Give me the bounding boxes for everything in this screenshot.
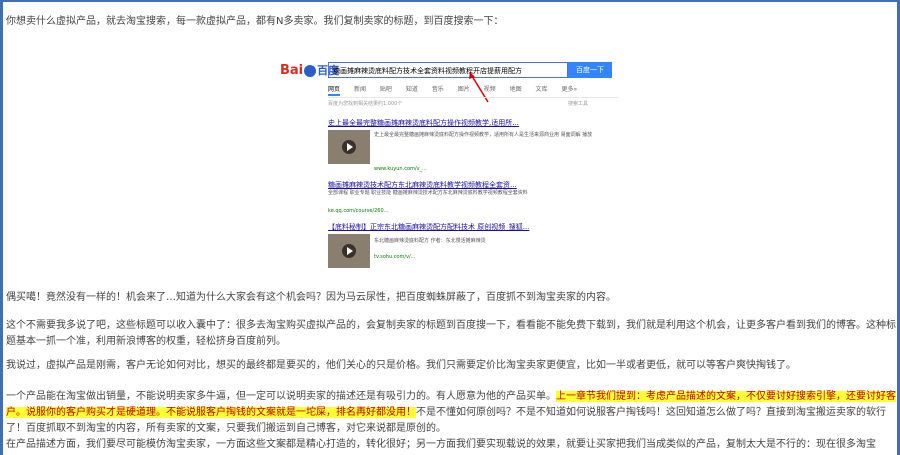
result-3-snippet: 东北糖画麻辣烫底料配方 作者：东北慢活摊麻辣烫 — [374, 238, 486, 244]
tab-map: 地图 — [509, 86, 522, 93]
paragraph-pricing: 我说过，虚拟产品是刚需，客户无论如何对比，想买的最终都是要买的，他们关心的只是价… — [6, 360, 796, 371]
tab-divider — [328, 97, 618, 98]
tab-web: 网页 — [328, 86, 341, 96]
result-2-title: 糖画摊麻辣烫技术配方东北麻辣烫底料教学视频教程全套资... — [328, 181, 517, 189]
result-count: 百度为您找到相关结果约1,000个 — [328, 101, 403, 107]
paragraph-titles: 这个不需要我多说了吧，这些标题可以收入囊中了：很多去淘宝购买虚拟产品的，会复制卖… — [6, 320, 896, 347]
paragraph-intro: 你想卖什么虚拟产品，就去淘宝搜索，每一款虚拟产品，都有N多卖家。我们复制卖家的标… — [6, 16, 504, 27]
frame-top-border — [0, 0, 900, 2]
search-tabs: 网页 新闻 贴吧 知道 音乐 图片 视频 地图 文库 更多» — [328, 84, 589, 96]
play-icon — [342, 244, 356, 258]
baidu-search-screenshot: Bai 百度 糖画摊麻辣烫底料配方技术全套资料视频教程开店提薪用配方 百度一下 网… — [276, 54, 624, 272]
result-2-url: ke.qq.com/course/260... — [328, 208, 389, 214]
result-3-thumbnail — [328, 234, 370, 268]
result-1-snippet: 史上最全最完整糖画摊麻辣烫底料配方操作视频教学，适用所有人是生活来源商业用 易面… — [374, 132, 593, 138]
tab-more: 更多» — [561, 86, 578, 93]
result-1-title: 史上最全最完整糖画摊麻辣烫底料配方操作视频教学,适用所... — [328, 119, 519, 127]
tab-tieba: 贴吧 — [379, 86, 392, 93]
tab-images: 图片 — [457, 86, 470, 93]
tab-wenku: 文库 — [535, 86, 548, 93]
result-1-url: www.kuyun.com/v_... — [374, 166, 427, 172]
tab-video: 视频 — [483, 86, 496, 93]
paragraph-description: 在产品描述方面，我们要尽可能模仿淘宝卖家，一方面这些文案都是精心打造的，转化很好… — [6, 439, 876, 450]
paragraph-opportunity: 偶买噶！竟然没有一样的！机会来了…知道为什么大家会有这个机会吗？因为马云尿性，把… — [6, 292, 616, 303]
tab-news: 新闻 — [353, 86, 366, 93]
result-3-title: 【底料秘制】正宗东北糖画麻辣烫配方配料技术 原创视频_搜狐... — [328, 223, 530, 231]
result-2-snippet: 全部课程 职业专题 职业技能 糖画摊麻辣烫技术配方东北麻辣烫底料教学视频教程全套… — [328, 190, 528, 196]
result-1-thumbnail — [328, 130, 370, 164]
result-3-url: tv.sohu.com/v/... — [374, 254, 416, 260]
paragraph-copywriting: 一个产品能在淘宝做出销量，不能说明卖家多牛逼，但一定可以说明卖家的描述还是有吸引… — [6, 391, 896, 434]
frame-left-border — [0, 0, 3, 455]
tab-music: 音乐 — [431, 86, 444, 93]
play-icon — [342, 140, 356, 154]
search-tools: 搜索工具 — [568, 101, 589, 107]
tab-zhidao: 知道 — [405, 86, 418, 93]
